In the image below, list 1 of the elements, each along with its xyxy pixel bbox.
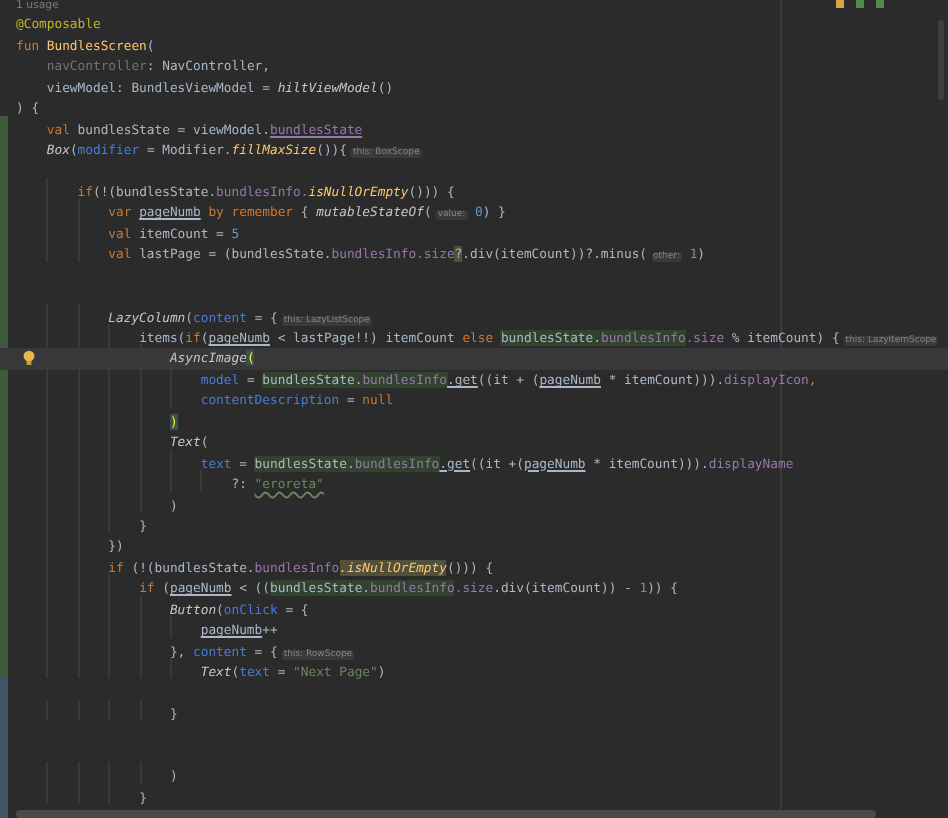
- lightbulb-icon[interactable]: [22, 350, 36, 368]
